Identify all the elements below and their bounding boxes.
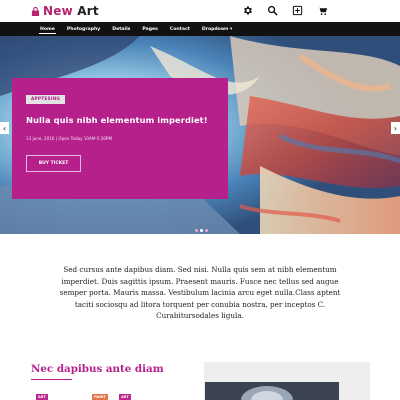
gear-icon[interactable] bbox=[240, 3, 255, 18]
nav-item-pages[interactable]: Pages bbox=[137, 22, 164, 36]
nav-item-dropdown[interactable]: Dropdown ▾ bbox=[197, 22, 239, 36]
nav-items: Home Photography Details Pages Contact D… bbox=[35, 22, 239, 36]
search-icon[interactable] bbox=[265, 3, 280, 18]
hero-prev-arrow[interactable]: ‹ bbox=[0, 122, 9, 134]
tag-art[interactable]: ART bbox=[36, 394, 48, 400]
site-logo[interactable]: New Art bbox=[31, 3, 99, 19]
tag-paint[interactable]: PAINT bbox=[92, 394, 108, 400]
lock-bag-icon bbox=[31, 6, 40, 16]
slider-dots bbox=[195, 229, 208, 232]
nav-item-photography[interactable]: Photography bbox=[62, 22, 107, 36]
slider-dot[interactable] bbox=[195, 229, 198, 232]
nav-item-home[interactable]: Home bbox=[35, 22, 62, 36]
hero-slider: ‹ › APPTESING Nulla quis nibh elementum … bbox=[0, 36, 400, 234]
hero-card: APPTESING Nulla quis nibh elementum impe… bbox=[12, 78, 228, 199]
cart-icon[interactable] bbox=[315, 3, 330, 18]
header-icons bbox=[240, 3, 330, 18]
hero-date: 13 June, 2016 | Open Today 10AM-5:30PM bbox=[26, 136, 113, 141]
logo-text: New Art bbox=[43, 4, 99, 18]
sidebar-image[interactable] bbox=[205, 382, 339, 400]
hero-title: Nulla quis nibh elementum imperdiet! bbox=[26, 115, 208, 125]
tag-art-2[interactable]: ART bbox=[119, 394, 131, 400]
slider-dot[interactable] bbox=[200, 229, 203, 232]
intro-paragraph: Sed cursus ante dapibus diam. Sed nisi. … bbox=[59, 265, 341, 320]
section-title-underline bbox=[31, 379, 72, 380]
hero-next-arrow[interactable]: › bbox=[391, 122, 400, 134]
hero-badge: APPTESING bbox=[26, 95, 66, 104]
slider-dot[interactable] bbox=[205, 229, 208, 232]
buy-ticket-button[interactable]: BUY TICKET bbox=[26, 155, 81, 172]
site-header: New Art bbox=[0, 0, 400, 22]
nav-item-details[interactable]: Details bbox=[107, 22, 137, 36]
main-nav: Home Photography Details Pages Contact D… bbox=[0, 22, 400, 36]
nav-item-contact[interactable]: Contact bbox=[165, 22, 197, 36]
plus-square-icon[interactable] bbox=[290, 3, 305, 18]
section-title: Nec dapibus ante diam bbox=[31, 363, 164, 375]
sidebar-image-graphic bbox=[205, 382, 339, 400]
